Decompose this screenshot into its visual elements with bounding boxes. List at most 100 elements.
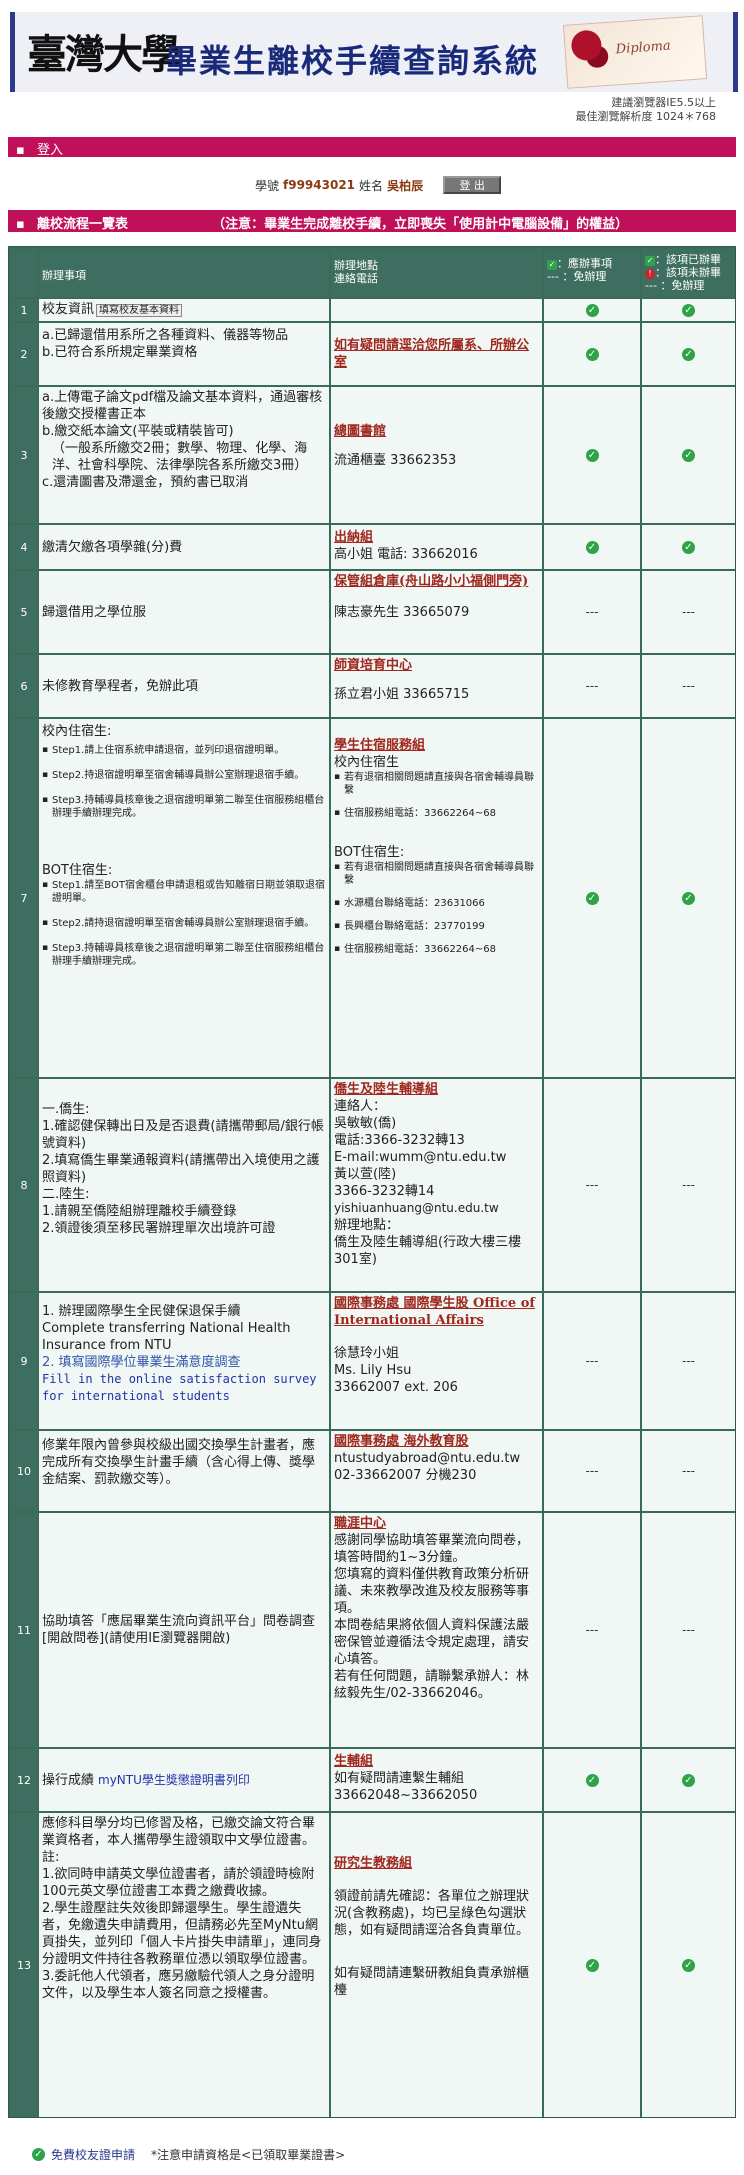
item-line: 二.陸生: bbox=[42, 1187, 90, 1202]
required-status: ✓ bbox=[544, 719, 640, 1077]
item-line: 註: bbox=[42, 1850, 60, 1865]
contact-unit-link[interactable]: 師資培育中心 bbox=[334, 657, 539, 674]
contact-line: 陳志豪先生 33665079 bbox=[334, 605, 470, 620]
contact-line: 如有疑問請連繫研教組負責承辦櫃檯 bbox=[334, 1966, 530, 1998]
flow-note: （注意：畢業生完成離校手續，立即喪失「使用計中電腦設備」的權益） bbox=[212, 217, 629, 232]
browser-line-1: 建議瀏覽器IE5.5以上 bbox=[611, 96, 716, 109]
contact-unit-link[interactable]: 總圖書館 bbox=[334, 423, 539, 440]
free-alumni-card-link[interactable]: 免費校友證申請 bbox=[51, 2146, 135, 2163]
check-icon: ✓ bbox=[585, 540, 599, 554]
required-status: --- bbox=[544, 1079, 640, 1291]
alumni-info-button[interactable]: 填寫校友基本資料 bbox=[96, 304, 183, 317]
row-item: 協助填答「應屆畢業生流向資訊平台」問卷調查[開啟問卷](請使用IE瀏覽器開啟) bbox=[39, 1513, 329, 1747]
check-icon: ✓ bbox=[682, 347, 695, 361]
not-required: --- bbox=[585, 605, 599, 619]
required-status: --- bbox=[544, 1513, 640, 1747]
table-row: 1 校友資訊 填寫校友基本資料 ✓ ✓ bbox=[9, 299, 737, 321]
not-required: --- bbox=[585, 1354, 599, 1368]
contact-line: 您填寫的資料僅供教育政策分析研議、未來教學改進及校友服務等事項。 bbox=[334, 1567, 530, 1616]
required-status: --- bbox=[544, 571, 640, 653]
browser-recommendation: 建議瀏覽器IE5.5以上 最佳瀏覽解析度 1024＊768 bbox=[576, 96, 717, 124]
logout-button[interactable]: 登 出 bbox=[443, 176, 502, 194]
done-status: --- bbox=[642, 571, 735, 653]
check-icon: ✓ bbox=[547, 260, 557, 270]
contact-unit-link[interactable]: 如有疑問請逕洽您所屬系、所辦公室 bbox=[334, 338, 529, 370]
row-item: a.上傳電子論文pdf檔及論文基本資料，通過審核後繳交授權書正本 b.繳交紙本論… bbox=[39, 387, 329, 523]
not-required: --- bbox=[682, 679, 695, 693]
campus-step: Step3.持輔導員核章後之退宿證明單第二聯至住宿服務組櫃台辦理手續辦理完成。 bbox=[42, 794, 326, 820]
done-status: ✓ bbox=[642, 719, 735, 1077]
contact-line: E-mail:wumm@ntu.edu.tw bbox=[334, 1150, 507, 1165]
table-row: 12 操行成績 myNTU學生獎懲證明書列印 生輔組 如有疑問請連繫生輔組 336… bbox=[9, 1749, 737, 1811]
not-required: --- bbox=[682, 1464, 695, 1478]
contact-unit-link[interactable]: 研究生教務組 bbox=[334, 1855, 539, 1872]
check-icon: ✓ bbox=[682, 1773, 695, 1787]
login-label[interactable]: 登入 bbox=[37, 143, 63, 158]
row-item: 修業年限內曾參與校級出國交換學生計畫者，應完成所有交換學生計畫手續（含心得上傳、… bbox=[39, 1431, 329, 1511]
bot-title: BOT住宿生: bbox=[334, 845, 405, 860]
row-number: 2 bbox=[11, 323, 37, 385]
row-contact: 保管組倉庫(舟山路小小福側門旁) 陳志豪先生 33665079 bbox=[331, 571, 542, 653]
contact-unit-link[interactable]: 學生住宿服務組 bbox=[334, 737, 539, 754]
done-status: --- bbox=[642, 1513, 735, 1747]
bot-step: Step2.請持退宿證明單至宿舍輔導員辦公室辦理退宿手續。 bbox=[42, 917, 326, 930]
not-required: --- bbox=[585, 1464, 599, 1478]
done-status: ✓ bbox=[642, 525, 735, 569]
row-contact: 如有疑問請逕洽您所屬系、所辦公室 bbox=[331, 323, 542, 385]
contact-line: 02-33662007 分機230 bbox=[334, 1468, 477, 1483]
item-line: 2.學生證壓註失效後即歸還學生。學生證遺失者，免繳遺失申請費用，但請務必先至My… bbox=[42, 1901, 322, 1967]
contact-unit-link[interactable]: 國際事務處 海外教育股 bbox=[334, 1433, 539, 1450]
table-row: 8 一.僑生: 1.確認健保轉出日及是否退費(請攜帶郵局/銀行帳號資料) 2.填… bbox=[9, 1079, 737, 1291]
university-logo: 臺灣大學 bbox=[27, 31, 181, 78]
row-item: 1. 辦理國際學生全民健保退保手續 Complete transferring … bbox=[39, 1293, 329, 1429]
contact-unit-link[interactable]: 職涯中心 bbox=[334, 1515, 539, 1532]
row-number: 7 bbox=[11, 719, 37, 1077]
contact-unit-link[interactable]: 保管組倉庫(舟山路小小福側門旁) bbox=[334, 573, 539, 590]
item-line: （一般系所繳交2冊；數學、物理、化學、海洋、社會科學院、法律學院各系所繳交3冊） bbox=[52, 441, 308, 473]
check-icon: ✓ bbox=[682, 303, 695, 317]
item-line: a.上傳電子論文pdf檔及論文基本資料，通過審核後繳交授權書正本 bbox=[42, 390, 323, 422]
conduct-certificate-link[interactable]: myNTU學生獎懲證明書列印 bbox=[98, 1772, 250, 1789]
row-number: 8 bbox=[11, 1079, 37, 1291]
table-row: 5 歸還借用之學位服 保管組倉庫(舟山路小小福側門旁) 陳志豪先生 336650… bbox=[9, 571, 737, 653]
table-row: 6 未修教育學程者，免辦此項 師資培育中心 孫立君小姐 33665715 ---… bbox=[9, 655, 737, 717]
campus-title: 校內住宿生: bbox=[42, 724, 112, 739]
bot-title: BOT住宿生: bbox=[42, 863, 113, 878]
required-status: ✓ bbox=[544, 323, 640, 385]
check-icon: ✓ bbox=[682, 891, 695, 905]
row-contact: 職涯中心 感謝同學協助填答畢業流向問卷，填答時間約1~3分鐘。 您填寫的資料僅供… bbox=[331, 1513, 542, 1747]
contact-unit-link[interactable]: 僑生及陸生輔導組 bbox=[334, 1081, 539, 1098]
item-line: b.已符合系所規定畢業資格 bbox=[42, 345, 198, 360]
contact-unit-link[interactable]: 生輔組 bbox=[334, 1753, 539, 1770]
done-status: --- bbox=[642, 1293, 735, 1429]
not-required: --- bbox=[585, 1623, 599, 1637]
contact-line: 黃以萱(陸) bbox=[334, 1167, 397, 1182]
contact-unit-link[interactable]: 國際事務處 國際學生股 Office of International Affa… bbox=[334, 1295, 539, 1329]
contact-line: 本問卷結果將依個人資料保護法嚴密保管並遵循法令規定處理，請安心填答。 bbox=[334, 1618, 530, 1667]
not-required: --- bbox=[682, 1178, 695, 1192]
row-contact: 總圖書館 流通櫃臺 33662353 bbox=[331, 387, 542, 523]
contact-item: 長興櫃台聯絡電話：23770199 bbox=[334, 920, 539, 933]
contact-line: 辦理地點： bbox=[334, 1218, 400, 1233]
required-status: --- bbox=[544, 1293, 640, 1429]
not-required: --- bbox=[585, 679, 599, 693]
contact-unit-link[interactable]: 出納組 bbox=[334, 529, 539, 546]
table-row: 3 a.上傳電子論文pdf檔及論文基本資料，通過審核後繳交授權書正本 b.繳交紙… bbox=[9, 387, 737, 523]
item-line: Fill in the online satisfaction survey f… bbox=[42, 1372, 317, 1403]
row-item: 繳清欠繳各項學雜(分)費 bbox=[39, 525, 329, 569]
header-col-b: ✓ ：該項已辦畢 ! ：該項未辦畢 --- ：免辦理 bbox=[642, 249, 735, 297]
header-col-b-line1: ：該項已辦畢 bbox=[655, 253, 721, 266]
required-status: --- bbox=[544, 655, 640, 717]
header-col-a-line1: ：應辦事項 bbox=[557, 257, 612, 270]
footer: ✓ 免費校友證申請 *注意申請資格是<已領取畢業證書> bbox=[32, 2146, 345, 2163]
item-line: 一.僑生: bbox=[42, 1102, 90, 1117]
row-contact: 研究生教務組 領證前請先確認：各單位之辦理狀況(含教務處)，均已呈綠色勾選狀態，… bbox=[331, 1813, 542, 2117]
row-number: 1 bbox=[11, 299, 37, 321]
satisfaction-survey-link[interactable]: 2. 填寫國際學位畢業生滿意度調查 bbox=[42, 1354, 326, 1371]
header-col-b-line2: ：該項未辦畢 bbox=[655, 266, 721, 279]
row-item: 校友資訊 填寫校友基本資料 bbox=[39, 299, 329, 321]
done-status: ✓ bbox=[642, 1749, 735, 1811]
table-row: 10 修業年限內曾參與校級出國交換學生計畫者，應完成所有交換學生計畫手續（含心得… bbox=[9, 1431, 737, 1511]
contact-line: 如有疑問請連繫生輔組 bbox=[334, 1771, 465, 1786]
open-questionnaire-link[interactable]: 協助填答「應屆畢業生流向資訊平台」問卷調查[開啟問卷](請使用IE瀏覽器開啟) bbox=[42, 1613, 326, 1647]
